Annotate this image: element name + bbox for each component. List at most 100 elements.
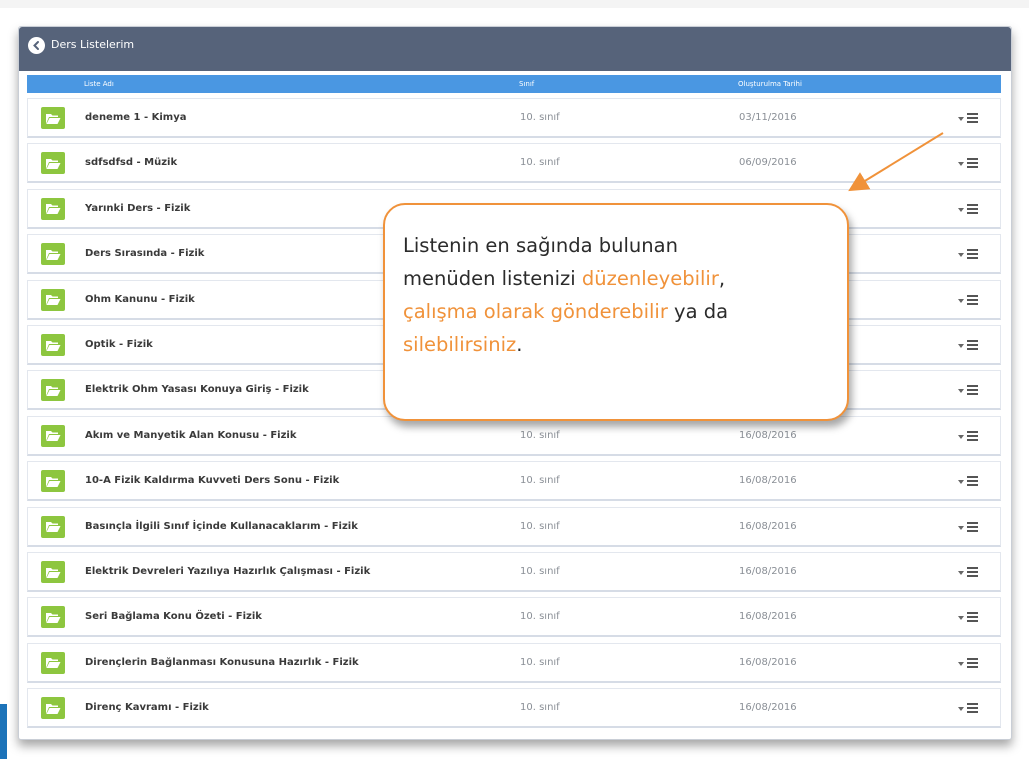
top-strip (0, 0, 1029, 8)
row-menu-button[interactable] (958, 247, 988, 261)
caret-down-icon (958, 389, 964, 394)
row-class: 10. sınıf (520, 429, 560, 441)
row-menu-button[interactable] (958, 383, 988, 397)
callout-highlight-delete: silebilirsiniz (403, 333, 517, 357)
row-menu-button[interactable] (958, 338, 988, 352)
caret-down-icon (958, 117, 964, 121)
row-menu-button[interactable] (958, 520, 988, 534)
row-name[interactable]: Elektrik Devreleri Yazılıya Hazırlık Çal… (85, 566, 370, 577)
row-menu-button[interactable] (958, 156, 988, 170)
caret-down-icon (958, 525, 964, 530)
back-arrow-circle-icon[interactable] (28, 37, 45, 54)
row-menu-button[interactable] (958, 656, 988, 670)
row-name[interactable]: Ders Sırasında - Fizik (85, 248, 204, 259)
callout-line-1: Listenin en sağında bulunan (403, 234, 678, 257)
hamburger-menu-icon (967, 249, 978, 261)
row-name[interactable]: Basınçla İlgili Sınıf İçinde Kullanacakl… (85, 521, 358, 532)
caret-down-icon (958, 434, 964, 439)
help-callout-text: Listenin en sağında bulunan menüden list… (403, 229, 843, 362)
caret-down-icon (958, 298, 964, 303)
row-name[interactable]: Direnç Kavramı - Fizik (85, 702, 209, 713)
row-class: 10. sınıf (520, 702, 560, 714)
row-name[interactable]: Seri Bağlama Konu Özeti - Fizik (85, 611, 262, 622)
caret-down-icon (958, 707, 964, 712)
row-name[interactable]: Elektrik Ohm Yasası Konuya Giriş - Fizik (85, 384, 309, 395)
row-class: 10. sınıf (520, 112, 560, 123)
row-date: 06/09/2016 (739, 157, 797, 169)
table-header: Liste Adı Sınıf Oluşturulma Tarihi (27, 75, 1001, 93)
row-menu-button[interactable] (958, 111, 988, 125)
row-name[interactable]: deneme 1 - Kimya (85, 112, 186, 123)
panel-titlebar: Ders Listelerim (19, 27, 1011, 71)
hamburger-menu-icon (967, 294, 978, 307)
row-menu-button[interactable] (958, 565, 988, 579)
hamburger-menu-icon (967, 521, 978, 534)
row-date: 16/08/2016 (739, 475, 797, 487)
row-date: 03/11/2016 (739, 112, 797, 123)
folder-open-icon (41, 515, 65, 538)
help-callout: Listenin en sağında bulunan menüden list… (383, 203, 849, 421)
header-name: Liste Adı (84, 80, 114, 88)
panel-title: Ders Listelerim (51, 38, 135, 51)
caret-down-icon (958, 616, 964, 621)
table-row[interactable]: Basınçla İlgili Sınıf İçinde Kullanacakl… (27, 506, 1001, 547)
folder-open-icon (41, 152, 65, 175)
table-row[interactable]: Akım ve Manyetik Alan Konusu - Fizik 10. … (27, 415, 1001, 456)
hamburger-menu-icon (967, 203, 978, 216)
row-class: 10. sınıf (520, 566, 560, 577)
row-menu-button[interactable] (958, 202, 988, 216)
folder-open-icon (41, 107, 65, 129)
row-date: 16/08/2016 (739, 520, 797, 532)
row-name[interactable]: 10-A Fizik Kaldırma Kuvveti Ders Sonu - … (85, 475, 339, 486)
row-menu-button[interactable] (958, 429, 988, 443)
folder-open-icon (41, 197, 65, 220)
table-row[interactable]: deneme 1 - Kimya 10. sınıf 03/11/2016 (27, 98, 1001, 138)
callout-highlight-edit: düzenleyebilir (581, 267, 719, 291)
callout-line-2-end: , (718, 267, 726, 291)
row-class: 10. sınıf (520, 656, 560, 668)
row-name[interactable]: Dirençlerin Bağlanması Konusuna Hazırlık… (85, 657, 359, 668)
folder-open-icon (41, 561, 65, 583)
row-name[interactable]: Yarınki Ders - Fizik (85, 203, 190, 214)
row-menu-button[interactable] (958, 610, 988, 624)
table-row[interactable]: Seri Bağlama Konu Özeti - Fizik 10. sınıf… (27, 597, 1001, 638)
lists-panel: Ders Listelerim Liste Adı Sınıf Oluşturu… (18, 26, 1012, 740)
table-row[interactable]: sdfsdfsd - Müzik 10. sınıf 06/09/2016 (27, 143, 1001, 184)
caret-down-icon (958, 571, 964, 575)
table-row[interactable]: Elektrik Devreleri Yazılıya Hazırlık Çal… (27, 552, 1001, 592)
callout-highlight-send: çalışma olarak gönderebilir (403, 300, 668, 324)
hamburger-menu-icon (967, 158, 978, 170)
header-date: Oluşturulma Tarihi (738, 80, 802, 88)
folder-open-icon (41, 606, 65, 629)
row-date: 16/08/2016 (739, 429, 797, 441)
hamburger-menu-icon (967, 612, 978, 624)
row-class: 10. sınıf (520, 520, 560, 532)
folder-open-icon (41, 651, 65, 674)
row-date: 16/08/2016 (739, 656, 797, 668)
table-row[interactable]: Direnç Kavramı - Fizik 10. sınıf 16/08/201… (27, 688, 1001, 729)
row-menu-button[interactable] (958, 474, 988, 488)
row-class: 10. sınıf (520, 157, 560, 169)
caret-down-icon (958, 207, 964, 212)
row-name[interactable]: sdfsdfsd - Müzik (85, 157, 177, 168)
hamburger-menu-icon (967, 567, 978, 579)
row-class: 10. sınıf (520, 611, 560, 623)
row-menu-button[interactable] (958, 701, 988, 715)
table-row[interactable]: Dirençlerin Bağlanması Konusuna Hazırlık… (27, 642, 1001, 683)
header-class: Sınıf (519, 80, 535, 88)
callout-line-2: menüden listenizi (403, 267, 582, 291)
row-menu-button[interactable] (958, 293, 988, 307)
left-edge-bar (0, 704, 7, 759)
table-row[interactable]: 10-A Fizik Kaldırma Kuvveti Ders Sonu - … (27, 461, 1001, 502)
folder-open-icon (41, 424, 65, 447)
caret-down-icon (958, 162, 964, 167)
caret-down-icon (958, 253, 964, 258)
hamburger-menu-icon (967, 340, 978, 352)
row-name[interactable]: Optik - Fizik (85, 339, 153, 350)
folder-open-icon (41, 334, 65, 356)
row-name[interactable]: Ohm Kanunu - Fizik (85, 294, 195, 305)
row-name[interactable]: Akım ve Manyetik Alan Konusu - Fizik (85, 430, 297, 441)
folder-open-icon (41, 470, 65, 493)
hamburger-menu-icon (967, 113, 978, 125)
caret-down-icon (958, 480, 964, 485)
